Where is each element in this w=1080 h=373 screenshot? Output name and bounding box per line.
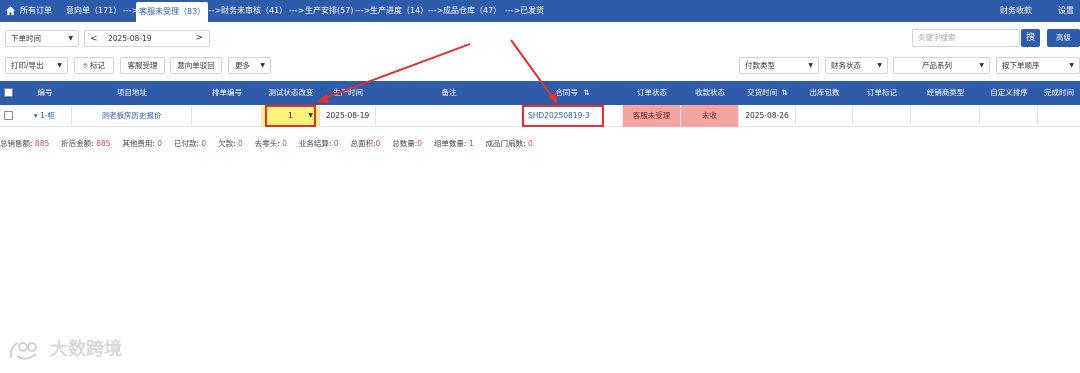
highlight-box-contract [522, 105, 604, 127]
arrowhead-left-icon [316, 94, 329, 103]
summary-owed-label: 欠款: [218, 139, 236, 148]
summary-total-sales: 885 [34, 139, 50, 148]
summary-group-label: 组单数量: [433, 139, 467, 148]
summary-total-sales-label: 总销售额: [0, 139, 33, 148]
summary-owed: 0 [238, 139, 243, 148]
summary-paid: 0 [201, 139, 207, 148]
watermark-logo-icon [9, 342, 37, 360]
summary-group: 1 [468, 139, 474, 148]
summary-qty-label: 总数量: [392, 139, 418, 148]
annotation-arrow-left [321, 43, 471, 100]
summary-area-label: 总面积: [350, 139, 376, 148]
summary-other-fee: 0 [157, 139, 163, 148]
summary-doors: 0 [527, 139, 533, 148]
summary-area: 0 [375, 139, 381, 148]
annotation-overlay [265, 39, 604, 127]
summary-rounding-label: 去零头: [254, 139, 280, 148]
summary-other-fee-label: 其他费用: [122, 139, 155, 148]
summary-qty: 0 [417, 139, 423, 148]
annotation-arrow-right [510, 39, 554, 99]
watermark-text: 大数跨境 [50, 339, 122, 360]
summary-bar: 总销售额: 885 折后金额: 885 其他费用: 0 已付款: 0 欠款: 0… [0, 138, 533, 150]
summary-doors-label: 成品门扇数: [485, 139, 526, 148]
summary-settlement: 0 [333, 139, 339, 148]
summary-rounding: 0 [282, 139, 287, 148]
summary-discount: 885 [96, 139, 111, 148]
highlight-box-test-status [265, 105, 316, 127]
summary-settlement-label: 业务结算: [298, 139, 332, 148]
summary-discount-label: 折后金额: [61, 139, 94, 148]
summary-paid-label: 已付款: [173, 139, 199, 148]
